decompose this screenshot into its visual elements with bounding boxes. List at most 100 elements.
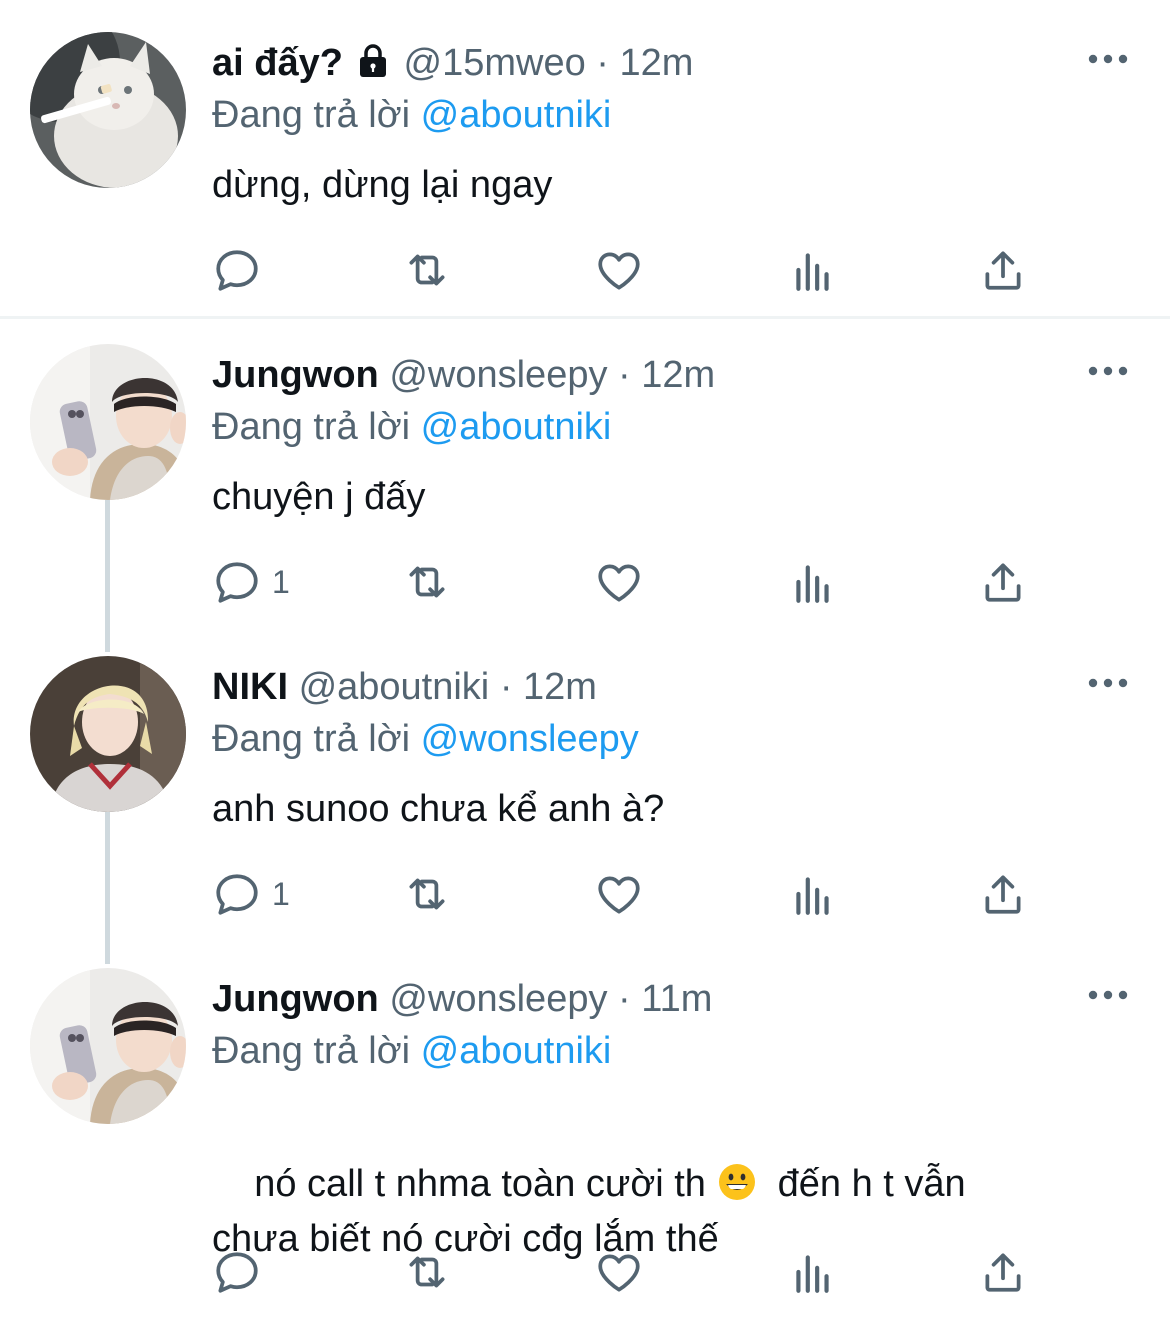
lock-icon	[353, 43, 393, 90]
tweet-text: chuyện j đấy	[212, 476, 426, 518]
retweet-button[interactable]	[402, 557, 452, 607]
tweet-text: anh sunoo chưa kể anh à?	[212, 788, 665, 830]
like-icon	[594, 1247, 644, 1297]
tweet-header: NIKI @aboutniki · 12m	[212, 664, 597, 710]
replying-to: Đang trả lời @aboutniki	[212, 92, 611, 138]
mention-link[interactable]: @aboutniki	[421, 406, 612, 448]
like-icon	[594, 245, 644, 295]
timestamp[interactable]: 12m	[523, 666, 597, 708]
replying-prefix: Đang trả lời	[212, 94, 411, 136]
divider	[0, 316, 1170, 319]
retweet-button[interactable]	[402, 1247, 452, 1297]
jungwon-avatar	[30, 968, 186, 1124]
handle[interactable]: @aboutniki	[299, 666, 490, 708]
display-name[interactable]: NIKI	[212, 666, 288, 708]
share-button[interactable]	[978, 1247, 1028, 1297]
replying-to: Đang trả lời @wonsleepy	[212, 716, 639, 762]
reply-count: 1	[272, 563, 290, 600]
views-button[interactable]	[788, 869, 838, 919]
replying-to: Đang trả lời @aboutniki	[212, 1028, 611, 1074]
share-icon	[978, 245, 1028, 295]
timestamp[interactable]: 12m	[641, 354, 715, 396]
views-icon	[788, 1247, 838, 1297]
reply-button[interactable]: 1	[212, 557, 290, 607]
tweet-text-part: nó call t nhma toàn cười th	[254, 1163, 717, 1205]
tweet-text: dừng, dừng lại ngay	[212, 164, 553, 206]
views-button[interactable]	[788, 1247, 838, 1297]
share-button[interactable]	[978, 557, 1028, 607]
more-icon[interactable]	[1088, 52, 1128, 66]
action-bar	[212, 1247, 1052, 1297]
mention-link[interactable]: @wonsleepy	[421, 718, 639, 760]
like-icon	[594, 557, 644, 607]
more-icon[interactable]	[1088, 988, 1128, 1002]
action-bar	[212, 245, 1052, 295]
action-bar: 1	[212, 557, 1052, 607]
like-button[interactable]	[594, 245, 644, 295]
action-bar: 1	[212, 869, 1052, 919]
retweet-icon	[402, 869, 452, 919]
tweet-text-part: đến h t vẫn	[756, 1163, 966, 1205]
display-name[interactable]: Jungwon	[212, 978, 379, 1020]
more-icon[interactable]	[1088, 676, 1128, 690]
separator-dot: ·	[618, 354, 631, 396]
avatar[interactable]	[30, 968, 186, 1124]
reply-icon	[212, 557, 262, 607]
display-name[interactable]: ai đấy?	[212, 42, 343, 84]
reply-icon	[212, 245, 262, 295]
share-icon	[978, 869, 1028, 919]
grinning-face-emoji	[718, 1164, 755, 1200]
like-button[interactable]	[594, 869, 644, 919]
niki-avatar	[30, 656, 186, 812]
replying-to: Đang trả lời @aboutniki	[212, 404, 611, 450]
tweet-header: Jungwon @wonsleepy · 12m	[212, 352, 715, 398]
retweet-icon	[402, 245, 452, 295]
display-name[interactable]: Jungwon	[212, 354, 379, 396]
share-button[interactable]	[978, 869, 1028, 919]
retweet-button[interactable]	[402, 869, 452, 919]
views-button[interactable]	[788, 557, 838, 607]
timestamp[interactable]: 11m	[641, 978, 712, 1020]
tweet-header: ai đấy? @15mweo · 12m	[212, 40, 693, 90]
replying-prefix: Đang trả lời	[212, 1030, 411, 1072]
mention-link[interactable]: @aboutniki	[421, 94, 612, 136]
share-icon	[978, 1247, 1028, 1297]
more-icon[interactable]	[1088, 364, 1128, 378]
thread-line	[105, 500, 110, 652]
views-button[interactable]	[788, 245, 838, 295]
separator-dot: ·	[499, 666, 513, 708]
retweet-icon	[402, 557, 452, 607]
mention-link[interactable]: @aboutniki	[421, 1030, 612, 1072]
avatar[interactable]	[30, 32, 186, 188]
retweet-icon	[402, 1247, 452, 1297]
replying-prefix: Đang trả lời	[212, 406, 411, 448]
handle[interactable]: @wonsleepy	[389, 978, 607, 1020]
like-icon	[594, 869, 644, 919]
retweet-button[interactable]	[402, 245, 452, 295]
reply-button[interactable]	[212, 245, 262, 295]
reply-icon	[212, 1247, 262, 1297]
replying-prefix: Đang trả lời	[212, 718, 411, 760]
reply-icon	[212, 869, 262, 919]
share-icon	[978, 557, 1028, 607]
reply-count: 1	[272, 875, 290, 912]
handle[interactable]: @wonsleepy	[389, 354, 607, 396]
reply-button[interactable]	[212, 1247, 262, 1297]
like-button[interactable]	[594, 1247, 644, 1297]
views-icon	[788, 869, 838, 919]
share-button[interactable]	[978, 245, 1028, 295]
handle[interactable]: @15mweo	[404, 42, 586, 84]
like-button[interactable]	[594, 557, 644, 607]
views-icon	[788, 557, 838, 607]
thread-line	[105, 812, 110, 964]
avatar[interactable]	[30, 344, 186, 500]
separator-dot: ·	[618, 978, 631, 1020]
jungwon-avatar	[30, 344, 186, 500]
reply-button[interactable]: 1	[212, 869, 290, 919]
views-icon	[788, 245, 838, 295]
avatar[interactable]	[30, 656, 186, 812]
tweet-header: Jungwon @wonsleepy · 11m	[212, 976, 712, 1022]
separator-dot: ·	[596, 42, 609, 84]
timestamp[interactable]: 12m	[620, 42, 694, 84]
white-cat-avatar	[30, 32, 186, 188]
